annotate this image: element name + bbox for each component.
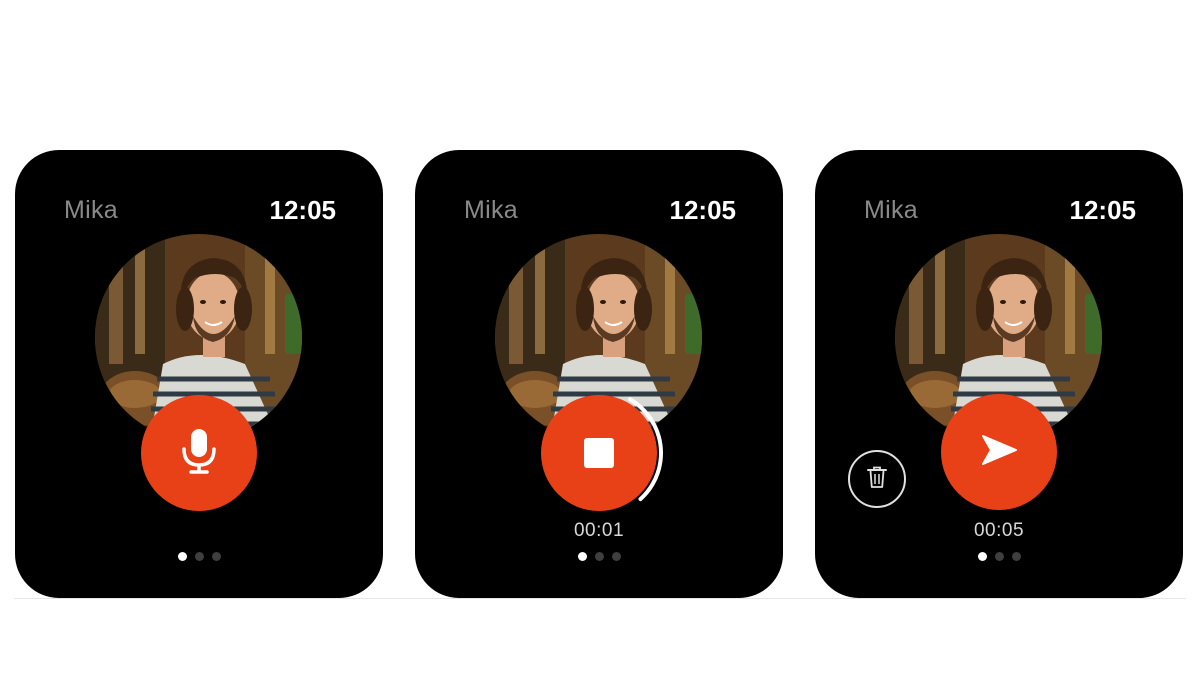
contact-name: Mika bbox=[464, 196, 518, 224]
page-dot bbox=[211, 552, 221, 561]
page-dot bbox=[177, 552, 187, 561]
stop-icon bbox=[584, 438, 614, 468]
page-dot bbox=[994, 552, 1004, 561]
page-dot bbox=[594, 552, 604, 561]
page-dot bbox=[1011, 552, 1021, 561]
stop-button[interactable] bbox=[541, 395, 657, 511]
microphone-icon bbox=[179, 427, 219, 480]
clock: 12:05 bbox=[669, 195, 737, 225]
watch-screen-recording: Mika 12:05 00:01 bbox=[415, 150, 783, 598]
watch-screen-record: Mika 12:05 bbox=[15, 150, 383, 598]
watch-screen-send: Mika 12:05 00:05 bbox=[815, 150, 1183, 598]
recording-timer: 00:05 bbox=[973, 520, 1025, 541]
page-dot bbox=[194, 552, 204, 561]
record-button[interactable] bbox=[141, 395, 257, 511]
clock: 12:05 bbox=[1069, 195, 1137, 225]
clock: 12:05 bbox=[269, 195, 337, 225]
page-dot bbox=[977, 552, 987, 561]
contact-name: Mika bbox=[64, 196, 118, 224]
send-icon bbox=[979, 433, 1019, 472]
page-indicator bbox=[815, 552, 1183, 561]
page-indicator bbox=[15, 552, 383, 561]
delete-button[interactable] bbox=[848, 450, 906, 508]
page-dot bbox=[577, 552, 587, 561]
send-button[interactable] bbox=[941, 394, 1057, 510]
page-dot bbox=[611, 552, 621, 561]
trash-icon bbox=[866, 465, 888, 494]
screenshot-stage: Mika 12:05 Mika 12:05 00:01 Mika 12:05 0… bbox=[0, 0, 1200, 675]
page-indicator bbox=[415, 552, 783, 561]
recording-timer: 00:01 bbox=[573, 520, 625, 541]
contact-name: Mika bbox=[864, 196, 918, 224]
bottom-divider bbox=[14, 598, 1186, 599]
